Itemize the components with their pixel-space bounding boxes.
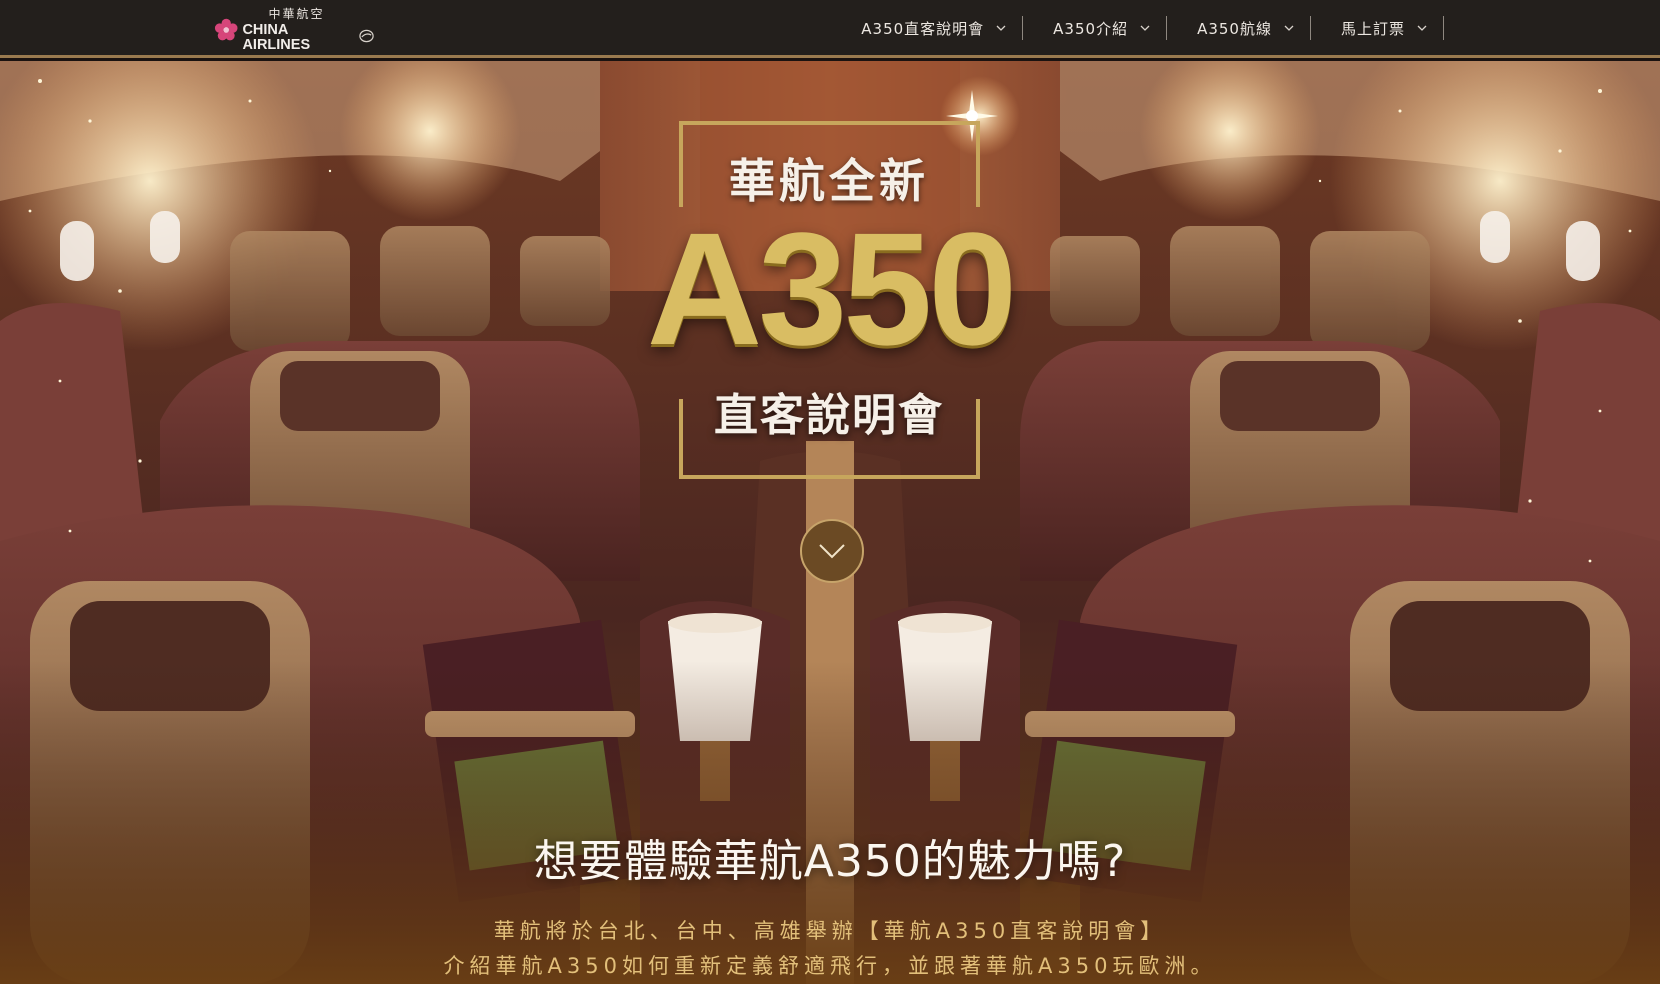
nav-item-label: A350介紹 — [1053, 19, 1129, 38]
chevron-down-icon — [819, 544, 845, 559]
china-airlines-logo[interactable]: 中華航空 CHINA AIRLINES — [214, 8, 374, 52]
hero-headline: 想要體驗華航A350的魅力嗎? — [533, 836, 1127, 887]
hero-description-line-2: 介紹華航A350如何重新定義舒適飛行，並跟著華航A350玩歐洲。 — [443, 954, 1217, 978]
chevron-down-icon — [996, 25, 1006, 31]
hero-title-bottom: 直客說明會 — [714, 390, 944, 441]
nav-item-label: 馬上訂票 — [1340, 19, 1405, 38]
nav-item-book-now[interactable]: 馬上訂票 — [1311, 16, 1444, 40]
main-nav: A350直客說明會 A350介紹 A350航線 馬上訂票 — [861, 16, 1444, 40]
nav-item-label: A350直客說明會 — [861, 19, 985, 38]
chevron-down-icon — [1417, 25, 1427, 31]
scroll-down-button[interactable] — [800, 519, 864, 583]
nav-item-a350-seminar[interactable]: A350直客說明會 — [861, 16, 1024, 40]
nav-item-a350-routes[interactable]: A350航線 — [1167, 16, 1311, 40]
nav-item-label: A350航線 — [1197, 19, 1272, 38]
hero-title-model: A350 — [646, 199, 1018, 378]
chevron-down-icon — [1284, 25, 1294, 31]
skyteam-icon — [359, 29, 374, 43]
nav-item-a350-intro[interactable]: A350介紹 — [1023, 16, 1168, 40]
logo-english-text: CHINA AIRLINES — [242, 22, 311, 53]
chevron-down-icon — [1140, 25, 1150, 31]
logo-chinese-text: 中華航空 — [268, 7, 325, 21]
plum-blossom-icon — [214, 18, 238, 41]
hero-description-line-1: 華航將於台北、台中、高雄舉辦【華航A350直客說明會】 — [493, 919, 1167, 943]
top-navigation-bar: 中華航空 CHINA AIRLINES A350直客說明會 A350介紹 A35… — [0, 0, 1660, 58]
hero-banner: 華航全新 A350 直客說明會 想要體驗華航A350的魅力嗎? 華航將於台北、台… — [0, 61, 1660, 984]
